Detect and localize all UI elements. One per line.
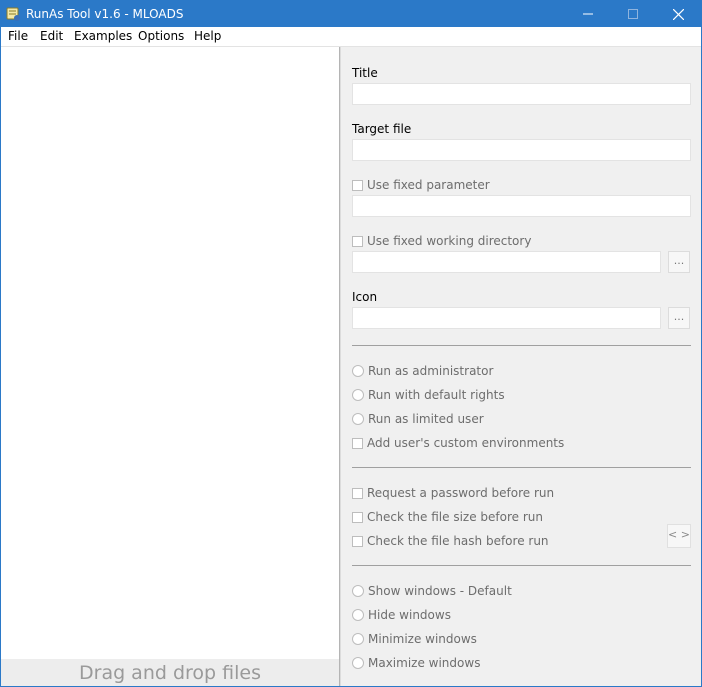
custom-environments-label: Add user's custom environments — [367, 436, 565, 450]
minimize-icon — [583, 13, 593, 15]
radio-maximize-windows[interactable]: Maximize windows — [352, 656, 480, 670]
target-file-label: Target file — [352, 122, 412, 136]
menu-options[interactable]: Options — [138, 29, 184, 43]
app-icon — [5, 6, 21, 22]
browse-icon-button[interactable]: ... — [668, 307, 690, 329]
checkbox-box — [352, 511, 363, 523]
separator — [352, 467, 691, 468]
toggle-arrows-button[interactable]: < > — [667, 524, 691, 548]
radio-hide-windows[interactable]: Hide windows — [352, 608, 451, 622]
radio-button — [352, 633, 364, 645]
radio-button — [352, 585, 364, 597]
title-input[interactable] — [352, 83, 691, 105]
minimize-button[interactable] — [565, 1, 611, 27]
radio-run-limited-user[interactable]: Run as limited user — [352, 412, 484, 426]
custom-environments-checkbox[interactable]: Add user's custom environments — [352, 436, 564, 450]
drop-zone[interactable]: Drag and drop files — [1, 659, 339, 686]
radio-label: Maximize windows — [368, 656, 481, 670]
target-file-input[interactable] — [352, 139, 691, 161]
radio-label: Show windows - Default — [368, 584, 512, 598]
close-button[interactable] — [655, 1, 701, 27]
working-directory-input[interactable] — [352, 251, 661, 273]
radio-label: Hide windows — [368, 608, 451, 622]
radio-label: Run as limited user — [368, 412, 484, 426]
menu-file[interactable]: File — [8, 29, 28, 43]
checkbox-label: Request a password before run — [367, 486, 555, 500]
separator — [352, 345, 691, 346]
check-file-hash-checkbox[interactable]: Check the file hash before run — [352, 534, 549, 548]
settings-pane: Title Target file Use fixed parameter Us… — [342, 47, 701, 686]
radio-button — [352, 365, 364, 377]
maximize-icon — [628, 9, 638, 19]
fixed-parameter-input[interactable] — [352, 195, 691, 217]
drop-hint: Drag and drop files — [79, 662, 261, 684]
radio-run-as-administrator[interactable]: Run as administrator — [352, 364, 493, 378]
checkbox-label: Check the file size before run — [367, 510, 543, 524]
icon-input[interactable] — [352, 307, 661, 329]
browse-directory-button[interactable]: ... — [668, 251, 690, 273]
close-icon — [672, 8, 684, 20]
checkbox-box — [352, 179, 363, 191]
radio-label: Minimize windows — [368, 632, 477, 646]
runas-tool-window: RunAs Tool v1.6 - MLOADS File Edit Examp… — [0, 0, 702, 687]
menu-bar: File Edit Examples Options Help — [1, 27, 701, 47]
checkbox-box — [352, 535, 363, 547]
menu-edit[interactable]: Edit — [40, 29, 63, 43]
request-password-checkbox[interactable]: Request a password before run — [352, 486, 554, 500]
fixed-parameter-checkbox[interactable]: Use fixed parameter — [352, 178, 490, 192]
checkbox-box — [352, 487, 363, 499]
radio-show-windows-default[interactable]: Show windows - Default — [352, 584, 512, 598]
radio-run-default-rights[interactable]: Run with default rights — [352, 388, 505, 402]
file-list-pane[interactable]: Drag and drop files — [1, 47, 340, 686]
checkbox-label: Check the file hash before run — [367, 534, 549, 548]
radio-label: Run as administrator — [368, 364, 494, 378]
title-label: Title — [352, 66, 378, 80]
radio-button — [352, 609, 364, 621]
icon-label: Icon — [352, 290, 378, 304]
checkbox-box — [352, 437, 363, 449]
menu-examples[interactable]: Examples — [74, 29, 132, 43]
maximize-button[interactable] — [610, 1, 656, 27]
window-title: RunAs Tool v1.6 - MLOADS — [26, 7, 184, 21]
radio-label: Run with default rights — [368, 388, 505, 402]
check-file-size-checkbox[interactable]: Check the file size before run — [352, 510, 543, 524]
title-bar[interactable]: RunAs Tool v1.6 - MLOADS — [1, 1, 701, 27]
fixed-working-directory-checkbox[interactable]: Use fixed working directory — [352, 234, 531, 248]
radio-button — [352, 413, 364, 425]
menu-help[interactable]: Help — [194, 29, 221, 43]
radio-minimize-windows[interactable]: Minimize windows — [352, 632, 477, 646]
radio-button — [352, 657, 364, 669]
checkbox-box — [352, 235, 363, 247]
radio-button — [352, 389, 364, 401]
fixed-working-directory-label: Use fixed working directory — [367, 234, 532, 248]
fixed-parameter-label: Use fixed parameter — [367, 178, 490, 192]
separator — [352, 565, 691, 566]
